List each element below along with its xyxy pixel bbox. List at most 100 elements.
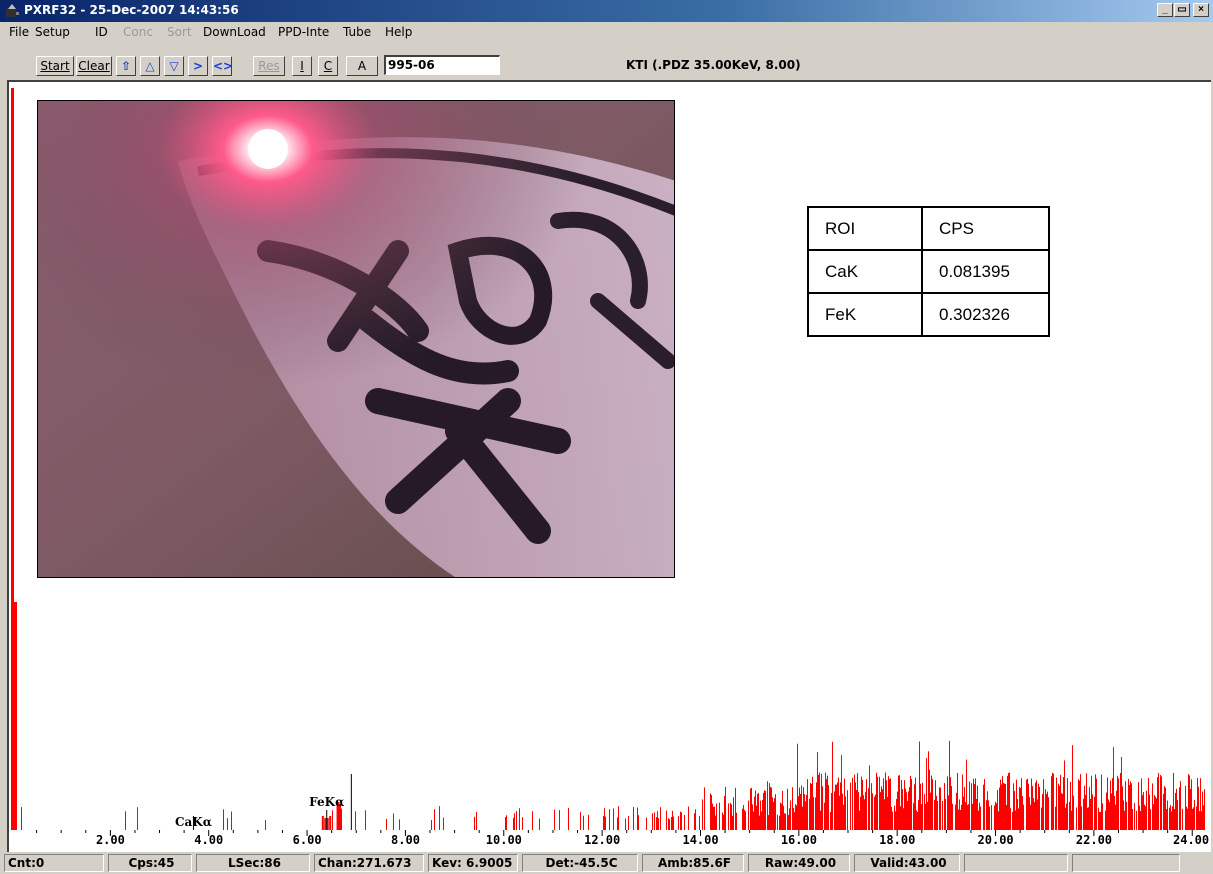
count-bar <box>1177 800 1178 830</box>
title-bar[interactable]: PXRF32 - 25-Dec-2007 14:43:56 _ ▭ × <box>0 0 1213 22</box>
count-bar <box>1182 808 1183 830</box>
count-bar <box>1114 795 1115 830</box>
count-bar <box>962 774 963 830</box>
count-bar <box>991 805 992 830</box>
count-bar <box>532 811 533 830</box>
close-button[interactable]: × <box>1193 3 1209 17</box>
maximize-button[interactable]: ▭ <box>1174 3 1190 17</box>
count-bar <box>1090 798 1091 830</box>
count-bar <box>1015 810 1016 830</box>
res-button[interactable]: Res <box>253 56 285 76</box>
count-bar <box>897 791 898 830</box>
count-bar <box>1161 776 1162 830</box>
count-bar <box>702 799 703 830</box>
count-bar <box>1203 805 1204 830</box>
zoom-out-icon[interactable]: <> <box>212 56 233 76</box>
count-bar <box>832 741 833 830</box>
menu-download[interactable]: DownLoad <box>203 25 266 39</box>
count-bar <box>1013 783 1014 830</box>
sample-id-field[interactable]: 995-06 <box>384 55 500 75</box>
count-bar <box>1065 807 1066 830</box>
count-bar <box>788 814 789 830</box>
count-bar <box>1196 806 1197 830</box>
count-bar <box>926 758 927 830</box>
count-bar <box>666 810 667 830</box>
count-bar <box>762 800 763 830</box>
count-bar <box>1109 802 1110 830</box>
count-bar <box>1008 773 1009 830</box>
count-bar <box>859 810 860 830</box>
count-bar <box>760 800 761 830</box>
i-button[interactable]: I <box>292 56 312 76</box>
count-bar <box>880 792 881 830</box>
count-bar <box>882 789 883 830</box>
count-bar <box>1007 775 1008 830</box>
spectrum-plot[interactable]: CaKα FeKα ROI CPS CaK 0.081395 FeK 0.302… <box>7 80 1211 830</box>
count-bar <box>1171 811 1172 830</box>
a-button[interactable]: A <box>346 56 378 76</box>
menu-conc[interactable]: Conc <box>123 25 153 39</box>
count-bar <box>1139 805 1140 830</box>
menu-file[interactable]: File <box>9 25 29 39</box>
scale-up-icon[interactable]: △ <box>140 56 160 76</box>
count-bar <box>1200 778 1201 830</box>
count-bar <box>779 815 780 830</box>
count-bar <box>1128 778 1129 830</box>
minimize-button[interactable]: _ <box>1157 3 1173 17</box>
count-bar <box>917 811 918 830</box>
count-bar <box>439 806 440 830</box>
roi-name: CaK <box>807 249 923 294</box>
menu-help[interactable]: Help <box>385 25 412 39</box>
count-bar <box>911 779 912 830</box>
count-bar <box>723 814 724 830</box>
count-bar <box>743 805 744 830</box>
count-bar <box>1083 798 1084 830</box>
count-bar <box>978 810 979 830</box>
scale-down-icon[interactable]: ▽ <box>164 56 184 76</box>
count-bar <box>965 802 966 830</box>
count-bar <box>822 786 823 830</box>
count-bar <box>669 819 670 830</box>
count-bar <box>710 793 711 830</box>
count-bar <box>1140 811 1141 830</box>
menu-tube[interactable]: Tube <box>343 25 371 39</box>
count-bar <box>1106 792 1107 830</box>
count-bar <box>1179 787 1180 830</box>
count-bar <box>944 783 945 830</box>
menu-id[interactable]: ID <box>95 25 108 39</box>
count-bar <box>906 792 907 830</box>
count-bar <box>805 801 806 830</box>
count-bar <box>516 811 517 830</box>
count-bar <box>831 792 832 830</box>
status-lsec: LSec:86 <box>196 854 310 872</box>
start-button[interactable]: Start <box>36 56 74 76</box>
count-bar <box>963 796 964 830</box>
zoom-in-icon[interactable]: >< <box>188 56 208 91</box>
clear-button[interactable]: Clear <box>76 56 112 76</box>
count-bar <box>638 815 639 830</box>
count-bar <box>921 804 922 830</box>
count-bar <box>904 780 905 830</box>
x-tick-label: 4.00 <box>194 833 224 847</box>
count-bar <box>1085 794 1086 830</box>
count-bar <box>1027 778 1028 830</box>
open-icon[interactable]: ⇧ <box>116 56 136 76</box>
menu-sort[interactable]: Sort <box>167 25 192 39</box>
count-bar <box>1169 807 1170 830</box>
count-bar <box>826 779 827 830</box>
count-bar <box>658 818 659 830</box>
count-bar <box>783 805 784 830</box>
count-bar <box>883 778 884 830</box>
menu-ppd-inte[interactable]: PPD-Inte <box>278 25 329 39</box>
count-bar <box>1039 786 1040 830</box>
menu-setup[interactable]: Setup <box>35 25 70 39</box>
count-bar <box>1073 795 1074 830</box>
count-bar <box>1014 791 1015 830</box>
count-bar <box>834 791 835 830</box>
count-bar <box>476 811 477 830</box>
count-bar <box>881 786 882 830</box>
count-bar <box>964 787 965 830</box>
count-bar <box>905 788 906 830</box>
x-tick-label: 8.00 <box>391 833 420 847</box>
c-button[interactable]: C <box>318 56 338 76</box>
